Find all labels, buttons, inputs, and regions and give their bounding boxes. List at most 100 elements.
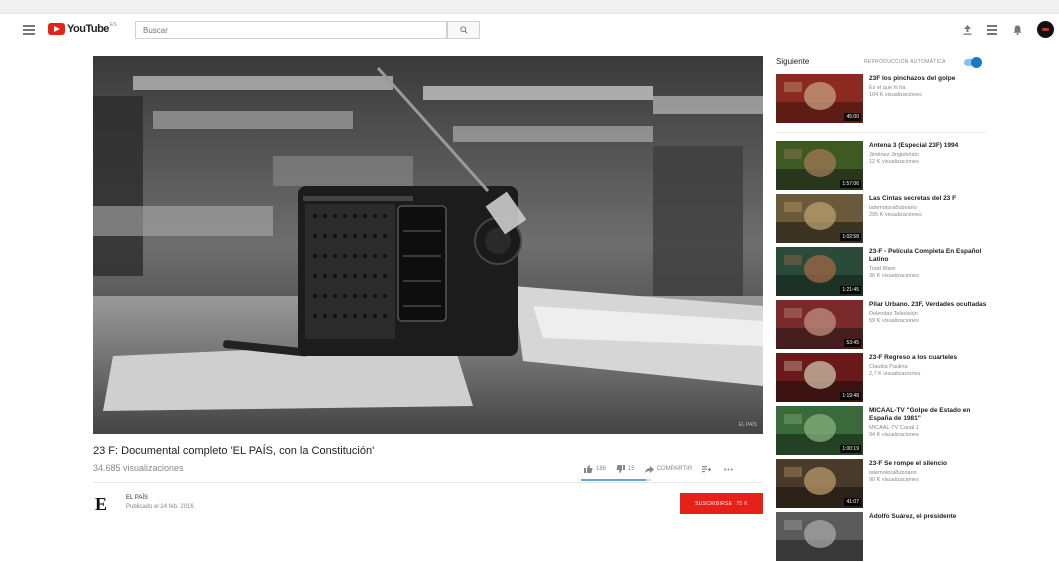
channel-avatar[interactable]: E: [95, 494, 115, 514]
recommended-video[interactable]: Adolfo Suárez, el presidente: [776, 512, 986, 562]
recommended-title[interactable]: Adolfo Suárez, el presidente: [869, 513, 987, 521]
subscribe-label: SUSCRIBIRSE: [695, 500, 733, 507]
recommended-views: 295 K visualizaciones: [869, 212, 922, 218]
share-button[interactable]: COMPARTIR: [644, 465, 693, 473]
upload-icon[interactable]: [960, 23, 974, 37]
video-meta: 23-F Regreso a los cuarteles Claudia Paul…: [869, 354, 987, 378]
recommended-views: 94 K visualizaciones: [869, 432, 919, 438]
video-thumbnail[interactable]: 45:00: [776, 74, 863, 123]
more-dots-icon: [724, 468, 733, 470]
video-thumbnail[interactable]: 1:57:06: [776, 141, 863, 190]
video-duration: 41:07: [844, 498, 861, 506]
video-frame: [93, 56, 763, 434]
video-duration: 45:00: [844, 113, 861, 121]
recommended-channel: tatemotora8uboario: [869, 205, 917, 211]
like-ratio-bar: [581, 479, 651, 481]
share-arrow-icon: [644, 465, 654, 473]
video-meta: Pilar Urbano. 23F, Verdades ocultadas Del…: [869, 301, 987, 325]
recommended-channel: Todd Ware: [869, 266, 896, 272]
notifications-bell-icon[interactable]: [1010, 23, 1024, 37]
dislike-button[interactable]: 15: [616, 465, 635, 473]
search-input[interactable]: [135, 21, 447, 39]
video-meta: Las Cintas secretas del 23 F tatemotora8u…: [869, 195, 987, 219]
video-thumbnail[interactable]: [776, 512, 863, 561]
info-divider: [93, 482, 763, 483]
view-count: 34.685 visualizaciones: [93, 463, 184, 473]
play-logo-icon: [48, 23, 65, 35]
up-next-header: Siguiente REPRODUCCIÓN AUTOMÁTICA: [776, 57, 986, 69]
logo-region: ES: [109, 22, 117, 28]
recommended-video[interactable]: 45:00 23F los pinchazos del golpe Es el qu…: [776, 74, 986, 124]
recommended-channel: Claudia Paulina: [869, 364, 908, 370]
recommended-channel: Delendas Televisión: [869, 311, 918, 317]
video-duration: 1:19:48: [840, 392, 861, 400]
thumbs-up-icon: [584, 465, 593, 473]
up-next-separator: [776, 132, 986, 133]
recommended-channel: MICAAL-TV Canal 1: [869, 425, 919, 431]
thumbs-down-icon: [616, 465, 626, 473]
video-thumbnail[interactable]: 41:07: [776, 459, 863, 508]
account-avatar[interactable]: [1037, 21, 1054, 38]
video-duration: 1:02:58: [840, 233, 861, 241]
video-meta: Adolfo Suárez, el presidente: [869, 513, 987, 523]
recommended-video[interactable]: 1:00:19 MICAAL-TV "Golpe de Estado en Esp…: [776, 406, 986, 456]
video-meta: 23-F - Película Completa En Español Lati…: [869, 248, 987, 280]
recommended-title[interactable]: Las Cintas secretas del 23 F: [869, 195, 987, 203]
add-to-playlist-button[interactable]: [702, 465, 714, 473]
channel-name[interactable]: EL PAÍS: [126, 495, 148, 501]
video-thumbnail[interactable]: 1:21:45: [776, 247, 863, 296]
search-icon: [459, 26, 468, 34]
video-thumbnail[interactable]: 1:02:58: [776, 194, 863, 243]
up-next-label: Siguiente: [776, 57, 810, 66]
video-duration: 1:21:45: [840, 286, 861, 294]
youtube-logo[interactable]: YouTube ES: [48, 22, 117, 35]
publish-date: Publicado el 24 feb. 2016: [126, 504, 194, 510]
video-thumbnail[interactable]: 1:00:19: [776, 406, 863, 455]
autoplay-label: REPRODUCCIÓN AUTOMÁTICA: [864, 59, 946, 65]
recommended-title[interactable]: Pilar Urbano. 23F, Verdades ocultadas: [869, 301, 987, 309]
logo-text: YouTube: [67, 23, 109, 35]
recommended-video[interactable]: 1:57:06 Antena 3 (Especial 23F) 1994 Jimén…: [776, 141, 986, 191]
like-count: 186: [596, 466, 607, 472]
share-label: COMPARTIR: [656, 466, 693, 472]
autoplay-toggle[interactable]: [964, 57, 982, 68]
recommended-title[interactable]: 23F los pinchazos del golpe: [869, 75, 987, 83]
video-actions: 186 15 COMPARTIR: [584, 462, 746, 476]
search-button[interactable]: [447, 21, 480, 39]
video-title: 23 F: Documental completo 'EL PAÍS, con …: [93, 445, 375, 457]
video-thumbnail[interactable]: 1:19:48: [776, 353, 863, 402]
recommended-title[interactable]: Antena 3 (Especial 23F) 1994: [869, 142, 987, 150]
menu-icon[interactable]: [23, 25, 35, 35]
add-to-playlist-icon: [702, 465, 712, 472]
recommended-title[interactable]: 23-F Se rompe el silencio: [869, 460, 987, 468]
apps-grid-icon[interactable]: [985, 23, 999, 37]
recommended-title[interactable]: 23-F - Película Completa En Español Lati…: [869, 248, 987, 264]
recommended-title[interactable]: MICAAL-TV "Golpe de Estado en España de …: [869, 407, 987, 423]
video-duration: 53:45: [844, 339, 861, 347]
video-player[interactable]: EL PAÍS: [93, 56, 763, 434]
recommended-views: 12 K visualizaciones: [869, 159, 919, 165]
video-thumbnail[interactable]: 53:45: [776, 300, 863, 349]
recommended-views: 36 K visualizaciones: [869, 273, 919, 279]
recommended-views: 90 K visualizaciones: [869, 477, 919, 483]
video-meta: 23F los pinchazos del golpe Es el que hi …: [869, 75, 987, 99]
video-duration: 1:57:06: [840, 180, 861, 188]
video-meta: MICAAL-TV "Golpe de Estado en España de …: [869, 407, 987, 439]
recommended-views: 104 K visualizaciones: [869, 92, 922, 98]
recommended-video[interactable]: 41:07 23-F Se rompe el silencio tatemotora…: [776, 459, 986, 509]
subscribe-button[interactable]: SUSCRIBIRSE 75 K: [680, 493, 763, 514]
like-button[interactable]: 186: [584, 465, 606, 473]
recommended-channel: Jiménez Jingiebrlalo: [869, 152, 919, 158]
masthead: YouTube ES: [0, 14, 1059, 46]
video-meta: Antena 3 (Especial 23F) 1994 Jiménez Jing…: [869, 142, 987, 166]
dislike-count: 15: [628, 466, 635, 472]
recommended-video[interactable]: 1:02:58 Las Cintas secretas del 23 F tatem…: [776, 194, 986, 244]
recommended-channel: Es el que hi ha: [869, 85, 906, 91]
recommended-title[interactable]: 23-F Regreso a los cuarteles: [869, 354, 987, 362]
recommended-video[interactable]: 1:21:45 23-F - Película Completa En Españ…: [776, 247, 986, 297]
subscriber-count: 75 K: [736, 500, 748, 507]
recommended-video[interactable]: 1:19:48 23-F Regreso a los cuarteles Claud…: [776, 353, 986, 403]
more-actions-button[interactable]: [724, 468, 736, 471]
recommended-views: 59 K visualizaciones: [869, 318, 919, 324]
recommended-video[interactable]: 53:45 Pilar Urbano. 23F, Verdades ocultad…: [776, 300, 986, 350]
